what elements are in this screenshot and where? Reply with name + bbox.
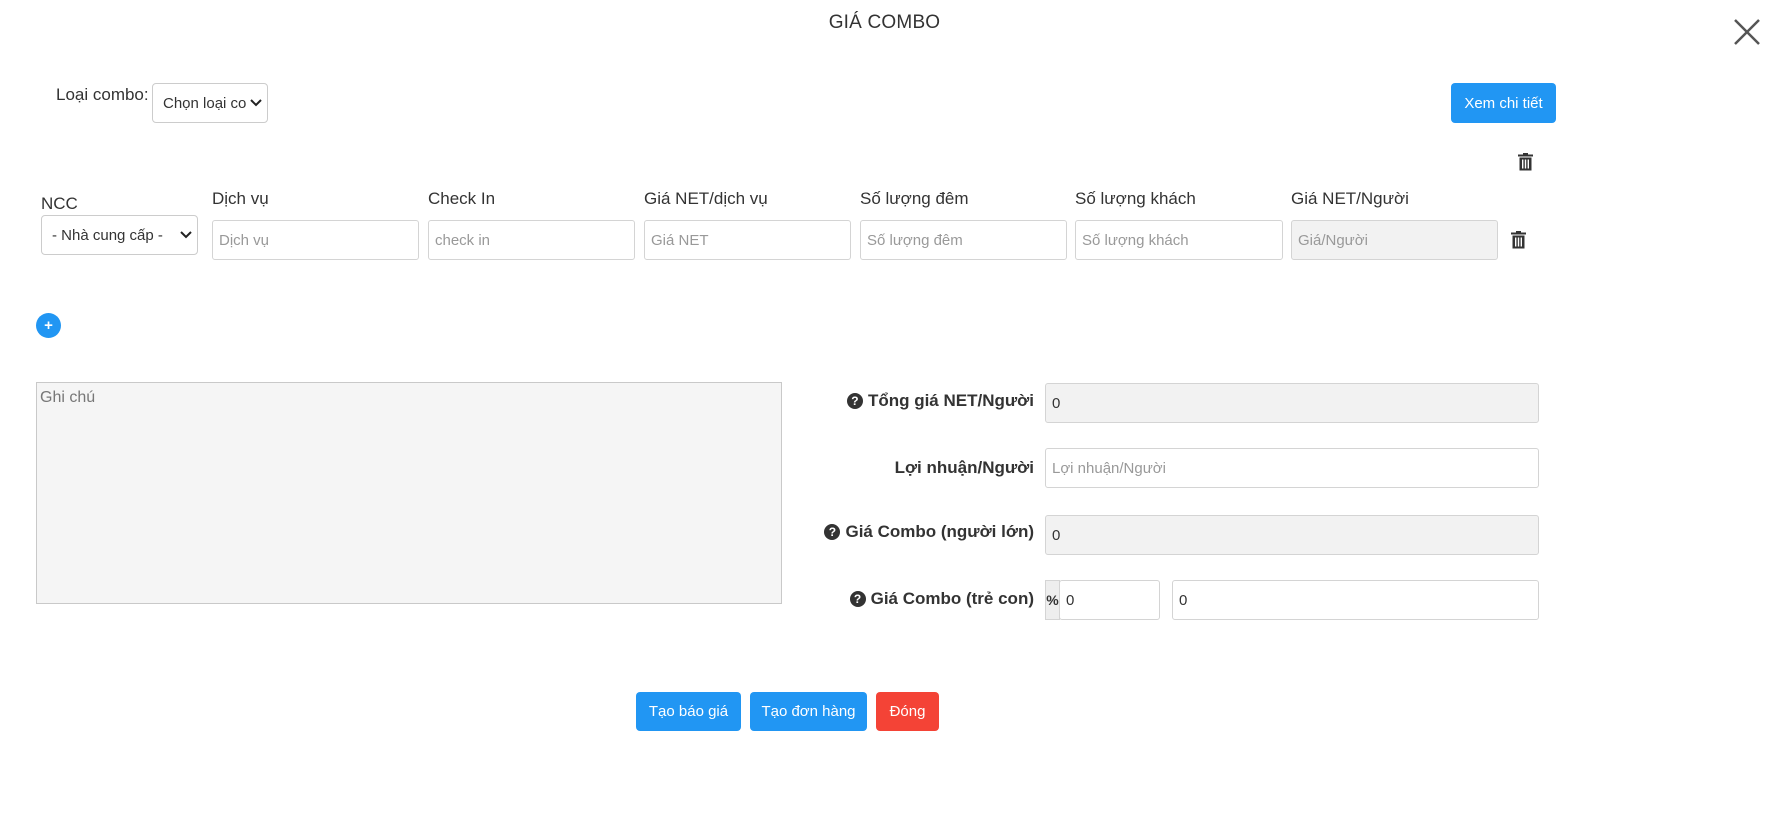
profit-input[interactable] [1045, 448, 1539, 488]
supplier-select[interactable]: - Nhà cung cấp - [41, 215, 198, 255]
net-price-input[interactable] [644, 220, 851, 260]
total-net-input [1045, 383, 1539, 423]
combo-type-select[interactable]: Chọn loại co [152, 83, 268, 123]
help-icon[interactable]: ? [846, 393, 863, 409]
header-net-price: Giá NET/dịch vụ [644, 189, 768, 208]
supplier-selected: - Nhà cung cấp - [52, 226, 163, 244]
profit-label: Lợi nhuận/Người [894, 458, 1034, 477]
adult-combo-input [1045, 515, 1539, 555]
adult-combo-label: ? Giá Combo (người lớn) [824, 522, 1034, 542]
price-per-person-input [1291, 220, 1498, 260]
child-percent-input[interactable] [1059, 580, 1160, 620]
header-service: Dịch vụ [212, 189, 269, 208]
header-nights: Số lượng đêm [860, 189, 969, 208]
total-net-label: ? Tổng giá NET/Người [846, 391, 1034, 411]
close-icon[interactable] [1732, 17, 1762, 47]
guests-input[interactable] [1075, 220, 1283, 260]
trash-icon[interactable] [1511, 231, 1526, 249]
child-combo-input[interactable] [1172, 580, 1539, 620]
trash-icon-all[interactable] [1518, 153, 1533, 171]
checkin-input[interactable] [428, 220, 635, 260]
child-combo-label: ? Giá Combo (trẻ con) [849, 589, 1034, 609]
chevron-down-icon [180, 231, 192, 239]
dialog-title: GIÁ COMBO [828, 12, 941, 33]
add-row-button[interactable]: + [36, 313, 61, 338]
header-ncc: NCC [41, 194, 78, 213]
create-order-button[interactable]: Tạo đơn hàng [750, 692, 867, 731]
header-price-per-person: Giá NET/Người [1291, 189, 1409, 208]
header-checkin: Check In [428, 189, 496, 208]
nights-input[interactable] [860, 220, 1067, 260]
note-textarea[interactable] [36, 382, 782, 604]
view-detail-button[interactable]: Xem chi tiết [1451, 83, 1556, 123]
create-quote-button[interactable]: Tạo báo giá [636, 692, 741, 731]
help-icon[interactable]: ? [824, 524, 841, 540]
percent-addon: % [1045, 580, 1060, 620]
chevron-down-icon [250, 99, 262, 107]
combo-type-selected: Chọn loại co [163, 94, 247, 112]
close-button[interactable]: Đóng [876, 692, 939, 731]
service-input[interactable] [212, 220, 419, 260]
combo-type-label: Loại combo: [56, 85, 149, 104]
help-icon[interactable]: ? [849, 591, 866, 607]
header-guests: Số lượng khách [1075, 189, 1196, 208]
